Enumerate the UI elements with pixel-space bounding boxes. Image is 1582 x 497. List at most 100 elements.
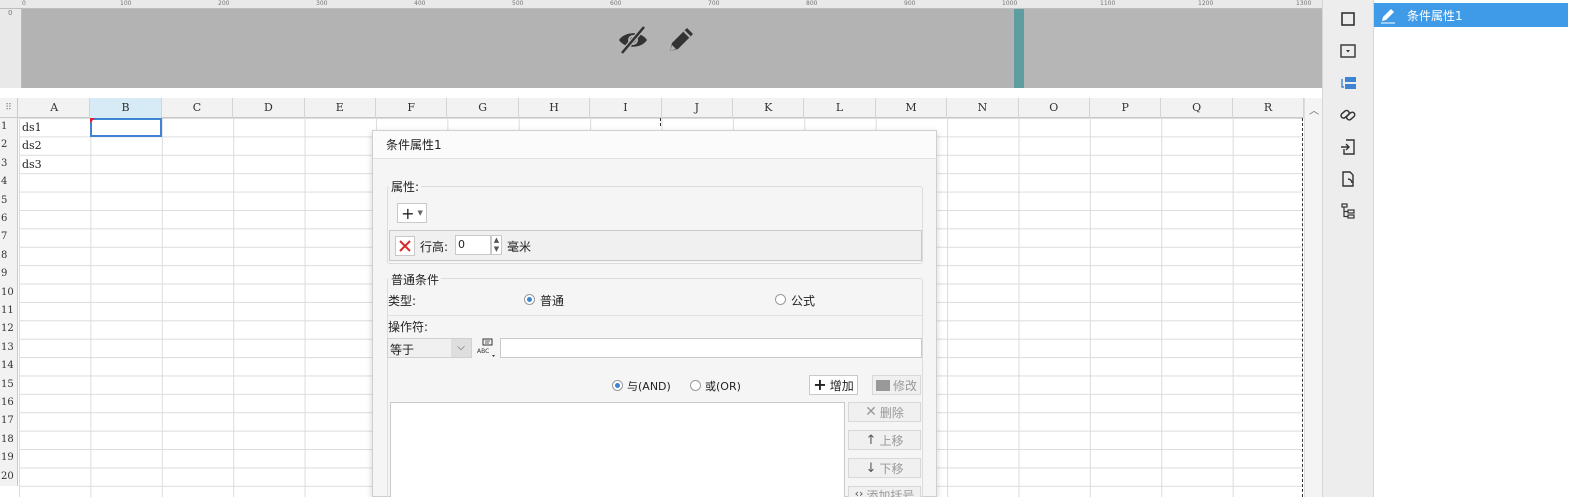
row-header-14[interactable]: 14 (0, 357, 18, 375)
close-icon: ✕ (865, 404, 877, 420)
condition-attribute-icon[interactable] (1333, 70, 1363, 96)
row-header-18[interactable]: 18 (0, 431, 18, 449)
condition-list[interactable] (390, 402, 845, 497)
cell-element-icon[interactable] (1333, 6, 1363, 32)
type-formula-radio[interactable] (775, 294, 786, 305)
row-height-unit: 毫米 (507, 240, 532, 254)
row-header-15[interactable]: 15 (0, 376, 18, 394)
column-header-o[interactable]: O (1019, 98, 1090, 118)
select-all-corner[interactable]: ⠿ (0, 98, 18, 118)
report-preview-band (22, 9, 1322, 88)
condition-attribute-dialog: 条件属性1 属性: + ▼ 行高: 0 ▲ ▼ 毫米 普通条件 类型: 普通 公式 … (372, 130, 937, 497)
row-header-9[interactable]: 9 (0, 265, 18, 283)
row-header-13[interactable]: 13 (0, 339, 18, 357)
row-height-stepper[interactable]: ▲ ▼ (491, 235, 502, 255)
import-icon[interactable] (1333, 134, 1363, 160)
row-header-4[interactable]: 4 (0, 173, 18, 191)
page-break-marker (660, 118, 661, 126)
page-edge-marker (1014, 9, 1024, 88)
edit-icon (875, 379, 890, 391)
selected-cell[interactable] (90, 118, 162, 137)
column-header-g[interactable]: G (447, 98, 519, 118)
ruler-tick-label: 200 (218, 0, 230, 7)
column-header-d[interactable]: D (233, 98, 305, 118)
dialog-title: 条件属性1 (373, 131, 936, 159)
column-header-r[interactable]: R (1233, 98, 1305, 118)
logic-and-label: 与(AND) (627, 380, 671, 393)
row-header-12[interactable]: 12 (0, 320, 18, 338)
dropdown-arrow-icon: ▼ (417, 209, 423, 217)
pencil-icon[interactable] (664, 23, 698, 57)
row-header-2[interactable]: 2 (0, 136, 18, 154)
app-root: 0 100 200 300 400 500 600 700 800 900 1000 1100 1200… (0, 0, 1582, 497)
arrow-up-icon: ↑ (865, 432, 877, 448)
row-header-20[interactable]: 20 (0, 468, 18, 486)
column-header-j[interactable]: J (662, 98, 733, 118)
column-header-i[interactable]: I (590, 98, 662, 118)
row-header-3[interactable]: 3 (0, 155, 18, 173)
column-header-f[interactable]: F (376, 98, 448, 118)
move-up-button[interactable]: ↑ 上移 (848, 430, 921, 450)
add-attribute-label: + (401, 203, 415, 223)
column-header-q[interactable]: Q (1161, 98, 1233, 118)
column-header-c[interactable]: C (162, 98, 234, 118)
tree-icon[interactable] (1333, 198, 1363, 224)
column-header-k[interactable]: K (733, 98, 805, 118)
logic-and-radio[interactable] (612, 380, 623, 391)
condition-attribute-list: 条件属性1 (1374, 0, 1582, 497)
column-header-e[interactable]: E (305, 98, 376, 118)
row-header-11[interactable]: 11 (0, 302, 18, 320)
condition-group-label: 普通条件 (389, 271, 442, 288)
cell-attribute-icon[interactable] (1333, 38, 1363, 64)
horizontal-ruler: 0 100 200 300 400 500 600 700 800 900 1000 1100 1200… (0, 0, 1322, 9)
add-attribute-button[interactable]: + ▼ (397, 203, 427, 223)
add-bracket-label: 添加括号 (866, 489, 915, 497)
logic-or-radio[interactable] (690, 380, 701, 391)
row-header-17[interactable]: 17 (0, 412, 18, 430)
add-bracket-button[interactable]: ‹› 添加括号 (848, 486, 921, 497)
row-header-10[interactable]: 10 (0, 284, 18, 302)
widget-icon[interactable] (1333, 166, 1363, 192)
row-header-1[interactable]: 1 (0, 118, 18, 136)
column-header-b[interactable]: B (90, 98, 162, 118)
operator-label: 操作符: (388, 320, 429, 334)
row-height-input[interactable]: 0 (455, 235, 491, 255)
column-header-a[interactable]: A (19, 98, 91, 118)
vertical-ruler: 0 (0, 9, 22, 88)
hyperlink-icon[interactable] (1333, 102, 1363, 128)
condition-item[interactable]: 条件属性1 (1374, 3, 1568, 27)
row-header-16[interactable]: 16 (0, 394, 18, 412)
row-header-8[interactable]: 8 (0, 247, 18, 265)
column-header-h[interactable]: H (519, 98, 591, 118)
modify-condition-button[interactable]: 修改 (872, 375, 921, 395)
remove-attribute-button[interactable] (395, 236, 415, 256)
column-header-n[interactable]: N (947, 98, 1019, 118)
move-down-button[interactable]: ↓ 下移 (848, 458, 921, 478)
row-header-19[interactable]: 19 (0, 449, 18, 467)
row-header-7[interactable]: 7 (0, 228, 18, 246)
arrow-down-icon: ↓ (865, 460, 877, 476)
ruler-tick-label: 600 (610, 0, 622, 7)
eye-slash-icon[interactable] (616, 23, 650, 57)
ruler-tick-label: 0 (22, 0, 26, 7)
operator-select[interactable]: 等于 ⌵ (387, 338, 472, 358)
column-header-p[interactable]: P (1090, 98, 1162, 118)
plus-icon: + (813, 375, 827, 394)
delete-condition-button[interactable]: ✕ 删除 (848, 402, 921, 422)
row-header-5[interactable]: 5 (0, 192, 18, 210)
cell-a1[interactable]: ds1 (22, 121, 42, 134)
cell-a2[interactable]: ds2 (22, 139, 42, 152)
pencil-icon (1381, 9, 1395, 24)
formula-editor-icon[interactable]: ABC (476, 337, 498, 359)
operator-value-input[interactable] (500, 338, 922, 358)
column-header-l[interactable]: L (804, 98, 876, 118)
chevron-down-icon[interactable]: ⌵ (451, 339, 471, 357)
column-header-m[interactable]: M (876, 98, 948, 118)
add-condition-button[interactable]: + 增加 (809, 375, 858, 395)
close-icon (399, 240, 411, 252)
row-header-6[interactable]: 6 (0, 210, 18, 228)
vertical-scrollbar[interactable]: ︿ (1304, 98, 1322, 497)
condition-item-label: 条件属性1 (1407, 8, 1463, 23)
cell-a3[interactable]: ds3 (22, 158, 42, 171)
type-normal-radio[interactable] (524, 294, 535, 305)
